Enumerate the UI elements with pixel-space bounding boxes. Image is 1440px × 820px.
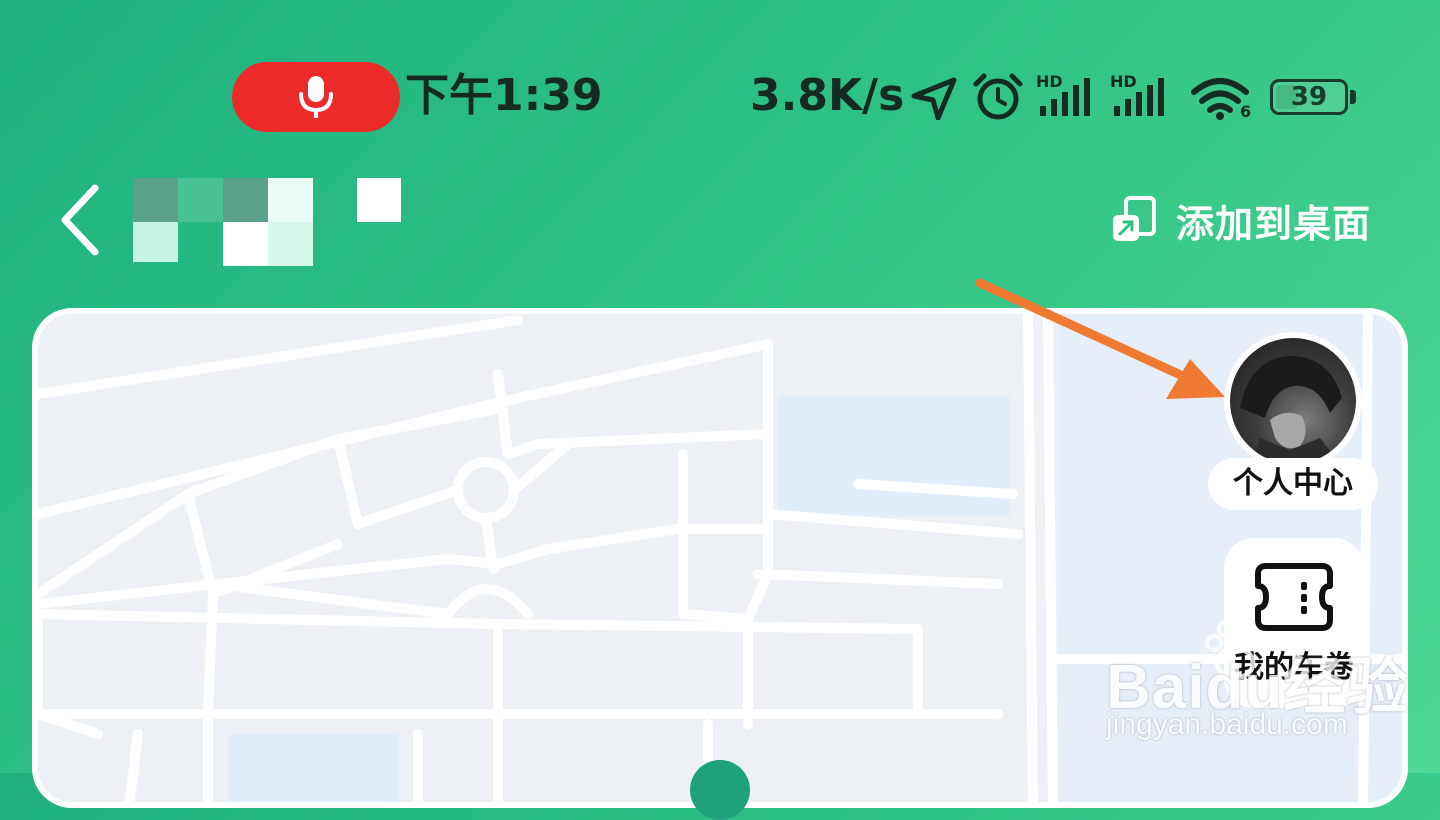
add-to-desktop-button[interactable]: 添加到桌面 [1110, 190, 1371, 250]
profile-center-button[interactable]: 个人中心 [1208, 332, 1378, 510]
profile-center-label: 个人中心 [1208, 458, 1378, 510]
chevron-left-icon [61, 184, 99, 256]
status-bar: 下午1:39 3.8K/s HD HD 6 39 [0, 0, 1440, 190]
network-speed: 3.8K/s [750, 70, 905, 121]
add-to-desktop-icon [1113, 196, 1156, 241]
baidu-watermark: Baidu经验 jingyan.baidu.com [1100, 636, 1440, 756]
watermark-url: jingyan.baidu.com [1106, 708, 1348, 741]
battery-tip [1350, 90, 1356, 104]
hd-signal-icon: HD [1110, 72, 1174, 120]
back-button[interactable] [55, 180, 110, 260]
avatar-image [1240, 356, 1342, 464]
app-title-pixelated [133, 178, 401, 266]
alarm-icon [973, 73, 1023, 120]
hd-signal-icon: HD [1036, 72, 1100, 120]
recording-indicator[interactable] [232, 62, 400, 132]
wifi-badge: 6 [1240, 102, 1252, 121]
wifi-icon: 6 [1190, 74, 1254, 122]
annotation-arrow-icon [975, 278, 1225, 399]
battery-icon: 39 [1270, 79, 1348, 115]
avatar [1224, 332, 1362, 470]
map-location-marker[interactable] [690, 760, 750, 820]
location-arrow-icon [911, 77, 957, 120]
battery-level: 39 [1290, 82, 1328, 112]
mic-icon [299, 76, 333, 118]
add-to-desktop-label: 添加到桌面 [1176, 201, 1372, 246]
clock: 下午1:39 [405, 70, 603, 121]
